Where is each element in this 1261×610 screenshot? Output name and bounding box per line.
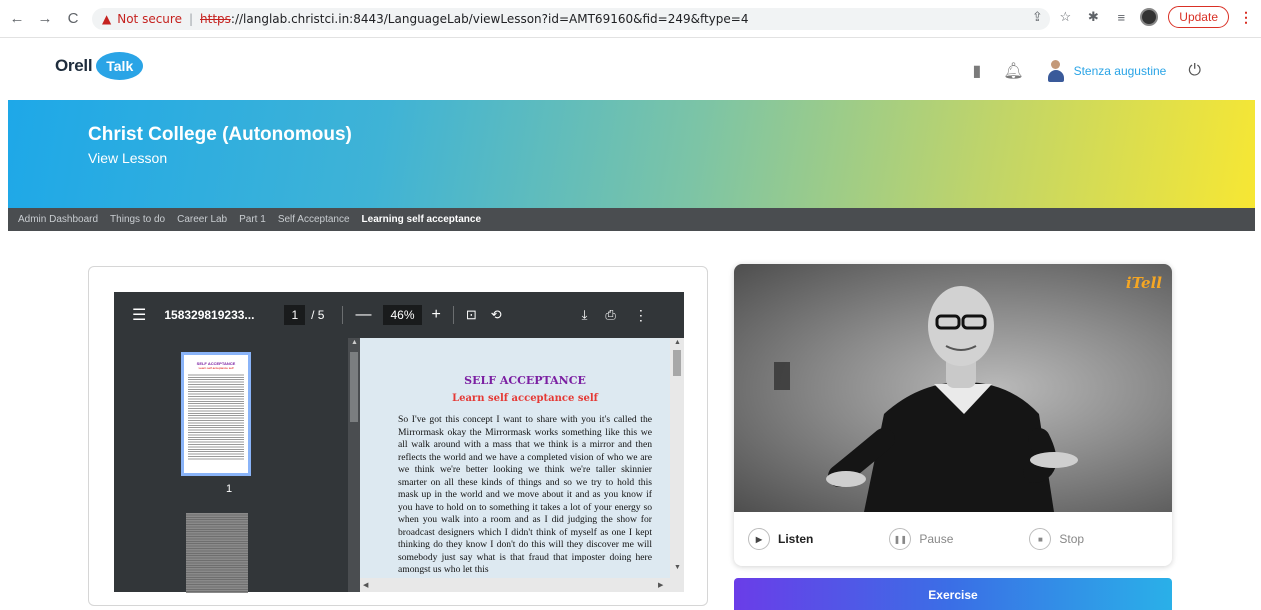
scroll-right-arrow-icon[interactable]: ▶ (658, 581, 663, 589)
pdf-page-subtitle: Learn self acceptance self (452, 393, 598, 404)
pdf-file-name: 158329819233... (164, 308, 255, 322)
exercise-button[interactable]: Exercise (734, 578, 1172, 610)
page-thumbnail-1[interactable]: SELF ACCEPTANCE Learn self acceptance se… (181, 352, 251, 476)
itell-logo: iTell (1125, 274, 1162, 292)
zoom-in-icon[interactable]: + (432, 306, 441, 324)
thumbnail-scrollbar[interactable]: ▲ (348, 338, 360, 592)
logo-badge: Talk (96, 52, 144, 80)
extensions-puzzle-icon[interactable]: ✱ (1084, 9, 1102, 25)
pause-icon: ❚❚ (889, 528, 912, 550)
warning-icon: ▲ (102, 12, 112, 26)
stop-button[interactable]: ■ Stop (1029, 528, 1084, 550)
url-text: ://langlab.christci.in:8443/LanguageLab/… (230, 12, 749, 26)
profile-avatar-icon[interactable] (1140, 8, 1159, 26)
logo-word: Orell (55, 56, 93, 75)
book-icon[interactable]: ▮ (972, 61, 981, 81)
pause-button[interactable]: ❚❚ Pause (889, 528, 953, 550)
page-number-input[interactable]: 1 (284, 305, 306, 325)
page-scrollbar-thumb[interactable] (673, 350, 681, 376)
breadcrumb-current: Learning self acceptance (361, 214, 482, 225)
breadcrumb-career-lab[interactable]: Career Lab (177, 214, 227, 225)
zoom-out-icon[interactable]: — (355, 306, 371, 324)
page-total: / 5 (311, 308, 325, 322)
url-scheme: https (200, 12, 231, 26)
pdf-body: SELF ACCEPTANCE Learn self acceptance se… (114, 338, 684, 593)
app-header: Orell Talk ▮ 🔔︎ Stenza augustine ⏻ (0, 38, 1261, 100)
bell-icon[interactable]: 🔔︎ (1003, 61, 1023, 81)
listen-button[interactable]: ▶ Listen (748, 528, 813, 550)
thumbnail-subtitle: Learn self acceptance self (198, 366, 234, 370)
fit-to-page-icon[interactable]: ⊡ (466, 307, 477, 323)
zoom-level-input[interactable]: 46% (383, 305, 422, 325)
thumbnail-scrollbar-thumb[interactable] (350, 352, 358, 422)
video-card: iTell ▶ Listen ❚❚ Pause ■ Stop (734, 264, 1172, 566)
audio-controls: ▶ Listen ❚❚ Pause ■ Stop (734, 512, 1172, 566)
address-bar[interactable]: ▲ Not secure | https ://langlab.christci… (92, 8, 1050, 30)
browser-toolbar: ← → C ▲ Not secure | https ://langlab.ch… (0, 0, 1261, 38)
user-avatar-icon[interactable] (1046, 60, 1066, 82)
power-logout-icon[interactable]: ⏻ (1188, 62, 1201, 80)
security-label[interactable]: Not secure (117, 12, 182, 26)
reload-icon[interactable]: C (62, 8, 84, 30)
breadcrumb-things-to-do[interactable]: Things to do (110, 214, 165, 225)
page-banner: Christ College (Autonomous) View Lesson (8, 100, 1255, 208)
thumbnail-page-number: 1 (226, 483, 233, 495)
browser-toolbar-icons: ⇪ ☆ ✱ ≡ Update ⋮ (1028, 6, 1261, 28)
pdf-toolbar: ☰ 158329819233... 1 / 5 — 46% + ⊡ ⟲ ⤓ ⎙ … (114, 292, 684, 338)
presenter-illustration (774, 286, 1078, 512)
more-options-icon[interactable]: ⋮ (634, 307, 648, 324)
update-button[interactable]: Update (1168, 6, 1229, 28)
scroll-up-arrow-icon[interactable]: ▲ (351, 339, 358, 346)
page-horizontal-scrollbar[interactable]: ◀ ▶ (360, 578, 670, 592)
play-icon: ▶ (748, 528, 770, 550)
page-thumbnail-2[interactable] (186, 513, 248, 593)
breadcrumb-admin-dashboard[interactable]: Admin Dashboard (18, 214, 98, 225)
pdf-page-text: So I've got this concept I want to share… (398, 414, 652, 575)
pdf-page: SELF ACCEPTANCE Learn self acceptance se… (360, 338, 670, 578)
toolbar-divider (452, 306, 454, 324)
stop-label: Stop (1059, 532, 1085, 546)
pause-label: Pause (919, 532, 954, 546)
thumbnail-pane: SELF ACCEPTANCE Learn self acceptance se… (114, 338, 360, 593)
toolbar-divider (342, 306, 344, 324)
pdf-card: ☰ 158329819233... 1 / 5 — 46% + ⊡ ⟲ ⤓ ⎙ … (88, 266, 708, 606)
scroll-down-arrow-icon[interactable]: ▼ (674, 564, 681, 571)
user-name-link[interactable]: Stenza augustine (1074, 64, 1167, 78)
print-icon[interactable]: ⎙ (605, 307, 615, 323)
banner-title: Christ College (Autonomous) (88, 124, 352, 145)
header-actions: ▮ 🔔︎ Stenza augustine ⏻ (972, 60, 1201, 82)
pdf-page-title: SELF ACCEPTANCE (464, 374, 586, 387)
browser-menu-icon[interactable]: ⋮ (1239, 9, 1253, 26)
menu-hamburger-icon[interactable]: ☰ (132, 305, 146, 325)
share-icon[interactable]: ⇪ (1028, 9, 1046, 25)
thumbnail-text-lines (188, 373, 244, 461)
download-icon[interactable]: ⤓ (582, 307, 588, 323)
rotate-icon[interactable]: ⟲ (491, 307, 502, 323)
pdf-viewer: ☰ 158329819233... 1 / 5 — 46% + ⊡ ⟲ ⤓ ⎙ … (114, 292, 684, 593)
breadcrumb: Admin Dashboard Things to do Career Lab … (8, 208, 1255, 231)
url-separator: | (188, 12, 194, 26)
scroll-up-arrow-icon[interactable]: ▲ (674, 339, 681, 346)
orell-talk-logo[interactable]: Orell Talk (55, 52, 144, 80)
stop-icon: ■ (1029, 528, 1052, 550)
listen-label: Listen (778, 532, 814, 546)
reading-list-icon[interactable]: ≡ (1112, 10, 1130, 25)
back-arrow-icon[interactable]: ← (6, 8, 28, 30)
breadcrumb-self-acceptance[interactable]: Self Acceptance (278, 214, 350, 225)
breadcrumb-part-1[interactable]: Part 1 (239, 214, 266, 225)
star-icon[interactable]: ☆ (1056, 9, 1074, 25)
scroll-left-arrow-icon[interactable]: ◀ (363, 581, 368, 589)
page-scrollbar[interactable]: ▲ ▼ (670, 338, 684, 592)
forward-arrow-icon[interactable]: → (34, 8, 56, 30)
lesson-video[interactable]: iTell (734, 264, 1172, 512)
banner-subtitle: View Lesson (88, 150, 168, 166)
